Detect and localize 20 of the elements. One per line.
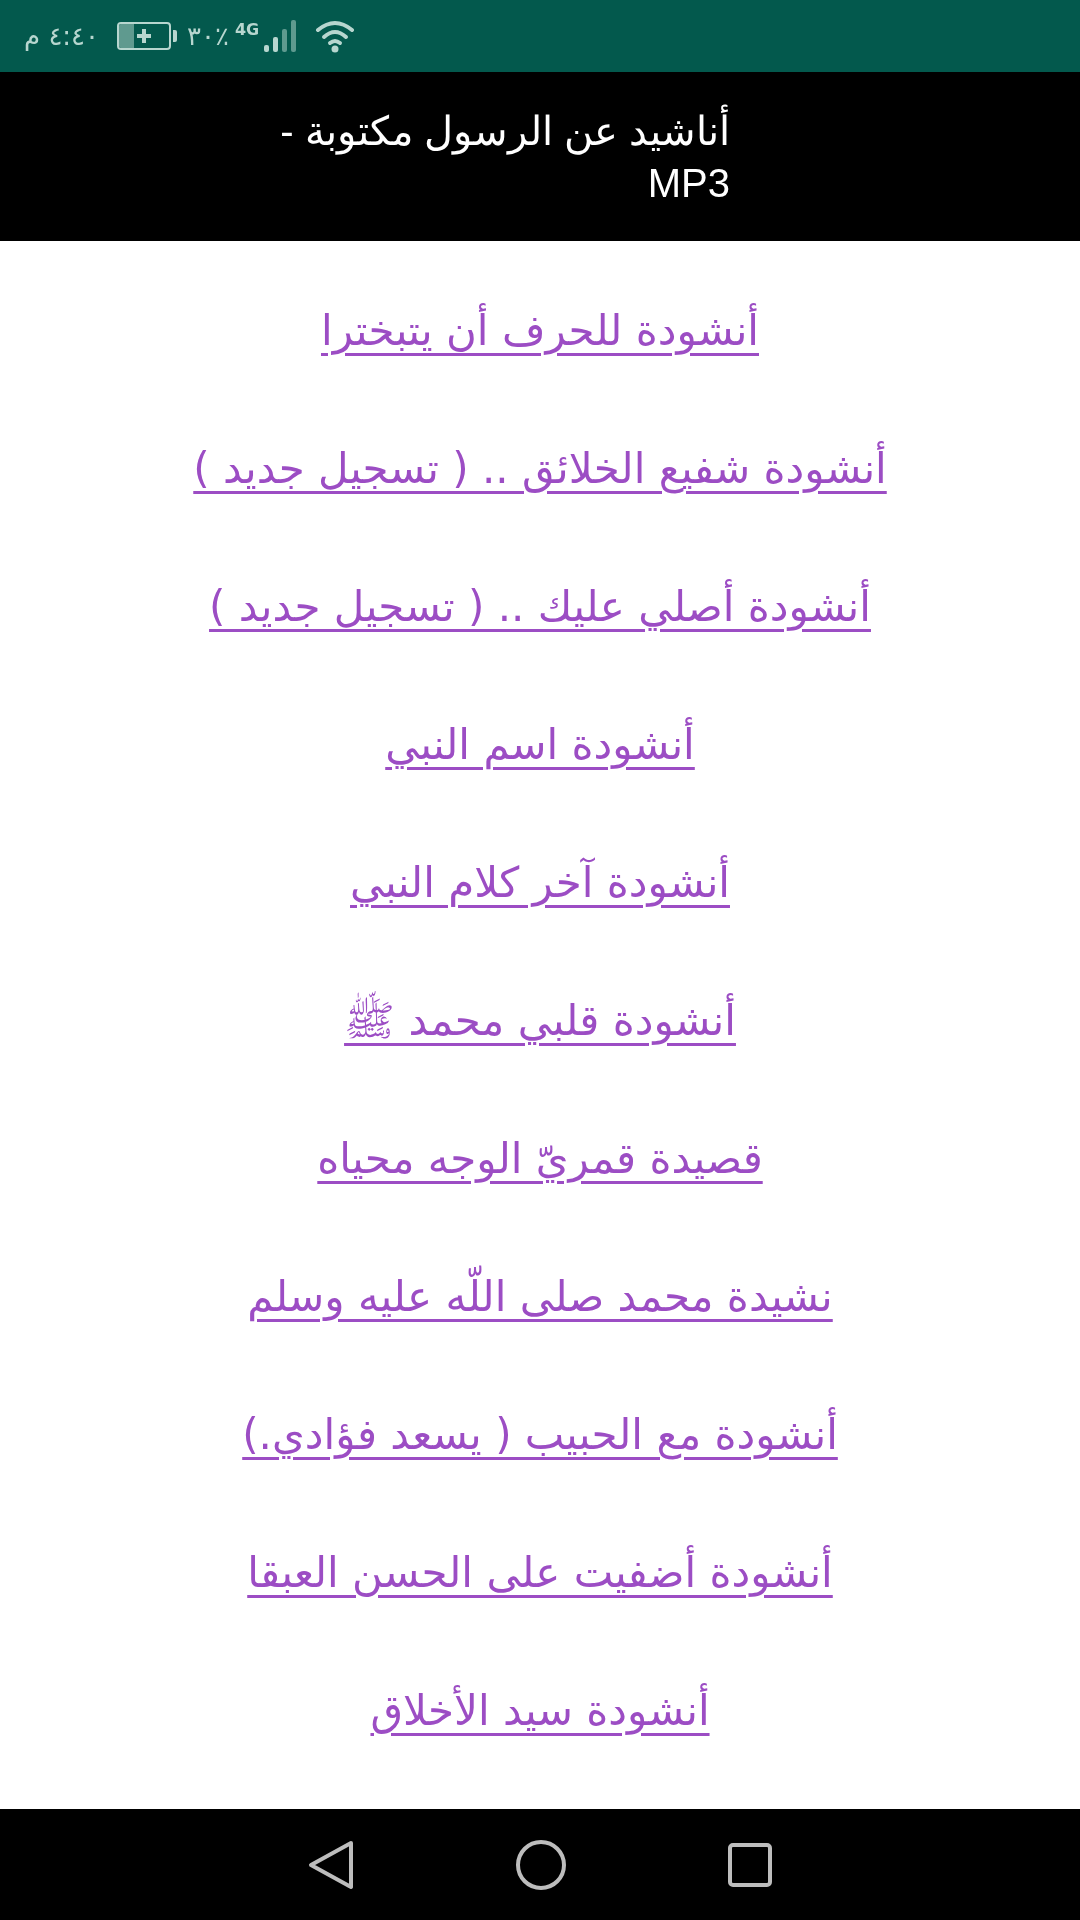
back-icon[interactable] xyxy=(307,1839,355,1890)
song-link[interactable]: قصيدة قمريّ الوجه محياه xyxy=(317,1126,763,1190)
song-link[interactable]: أنشودة أضفيت على الحسن العبقا xyxy=(247,1540,833,1604)
song-link[interactable]: أنشودة للحرف أن يتبخترا xyxy=(321,298,759,362)
song-link[interactable]: أنشودة قلبي محمد ﷺ xyxy=(344,988,736,1052)
battery-icon xyxy=(117,22,178,50)
song-link[interactable]: نشيدة محمد صلى اللّه عليه وسلم xyxy=(247,1264,833,1328)
song-link[interactable]: أنشودة شفيع الخلائق .. ( تسجيل جديد ) xyxy=(193,436,887,500)
song-link[interactable]: أنشودة اسم النبي xyxy=(385,712,695,776)
battery-percent: ٣٠٪ xyxy=(187,19,229,53)
song-link[interactable]: أنشودة أصلي عليك .. ( تسجيل جديد ) xyxy=(209,574,871,638)
home-icon[interactable] xyxy=(515,1838,567,1891)
wifi-icon xyxy=(315,19,356,53)
status-time: ٤:٤٠ م xyxy=(24,19,100,53)
network-type: 4G xyxy=(234,19,260,41)
song-link[interactable]: أنشودة آخر كلام النبي xyxy=(350,850,730,914)
song-link[interactable]: أنشودة سيد الأخلاق xyxy=(370,1678,710,1742)
recents-icon[interactable] xyxy=(727,1841,773,1888)
app-title: أناشيد عن الرسول مكتوبة - MP3 xyxy=(248,104,730,209)
song-link[interactable]: أنشودة مع الحبيب ( يسعد فؤادي.) xyxy=(242,1402,838,1466)
